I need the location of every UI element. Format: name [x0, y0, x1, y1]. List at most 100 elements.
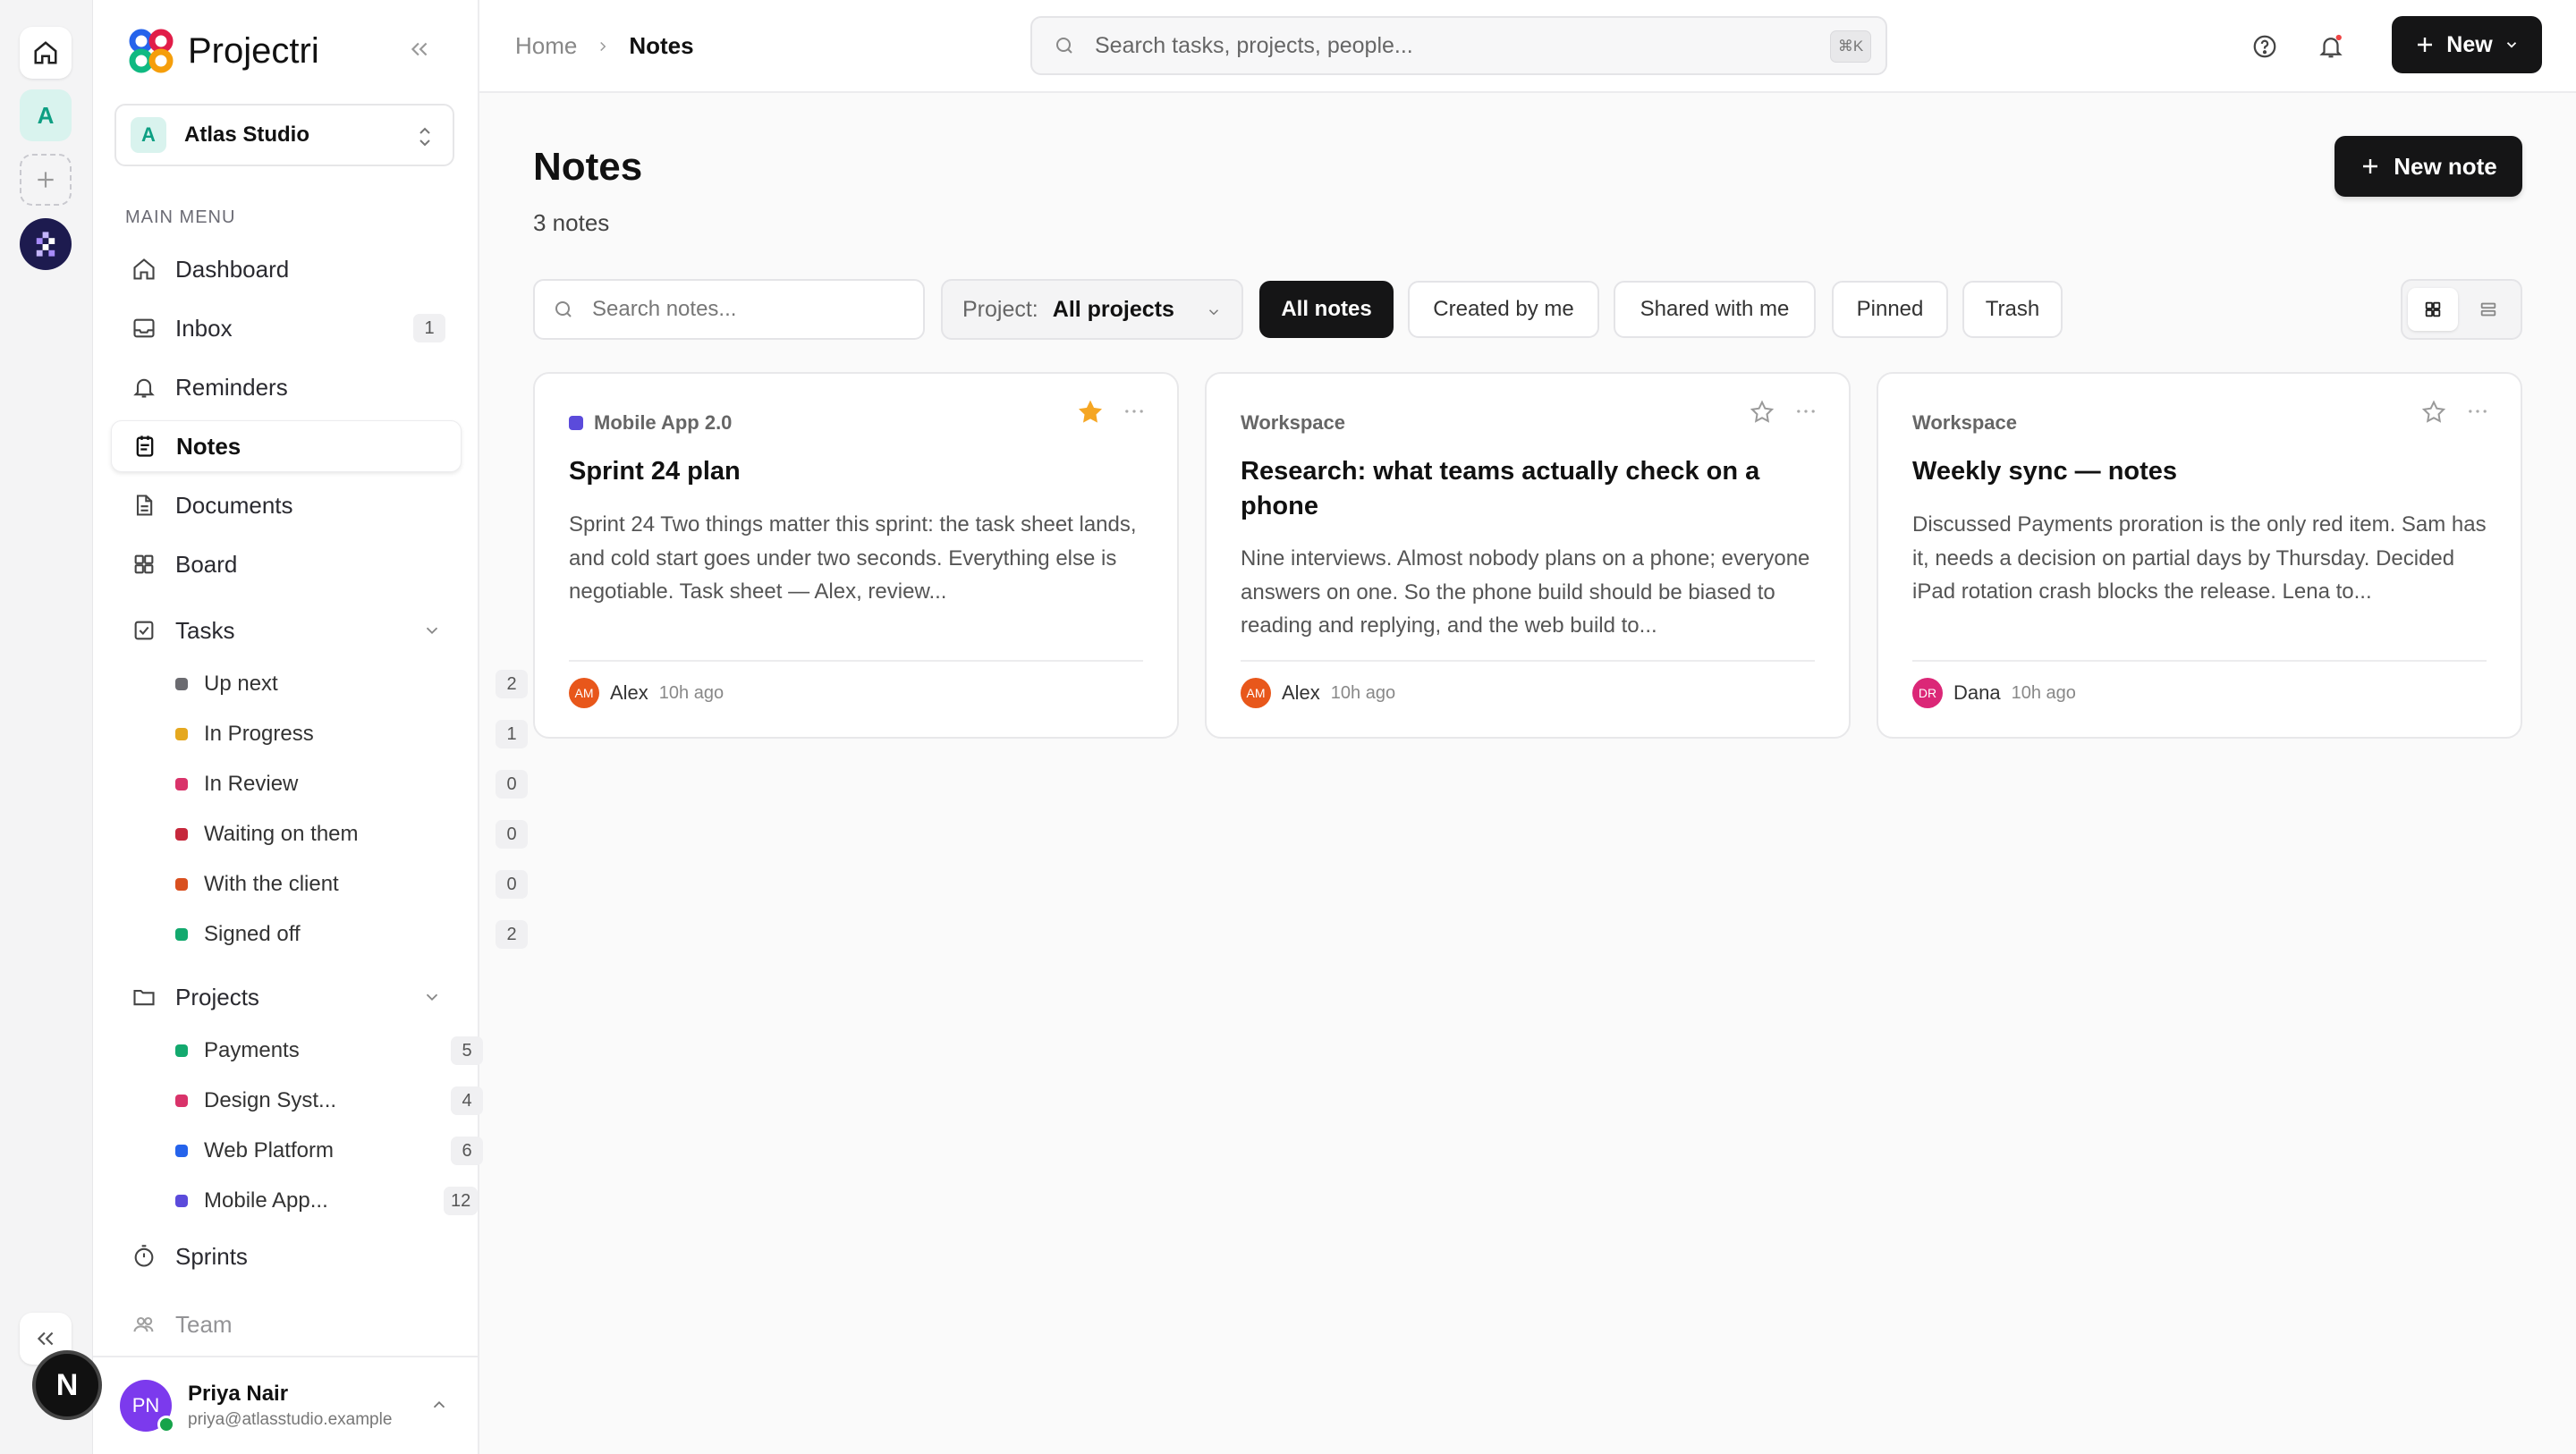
app-logo[interactable]: Projectri — [125, 27, 319, 75]
sidebar-task-with-the-client[interactable]: With the client 0 — [143, 861, 528, 908]
sidebar-project-web-platform[interactable]: Web Platform 6 — [143, 1128, 483, 1174]
rail-add-workspace-button[interactable] — [20, 154, 72, 206]
note-project-name: Workspace — [1241, 411, 1345, 434]
author-avatar: AM — [1241, 678, 1271, 708]
sidebar-project-design-system[interactable]: Design Syst... 4 — [143, 1078, 483, 1124]
search-icon — [555, 301, 572, 317]
star-outline-icon[interactable] — [1749, 399, 1775, 426]
sidebar-item-label: Documents — [175, 491, 293, 519]
sidebar-task-in-review[interactable]: In Review 0 — [143, 761, 528, 807]
sidebar-collapse-button[interactable] — [408, 38, 431, 61]
grid-icon — [2425, 301, 2441, 317]
chevron-down-icon — [1208, 309, 1219, 316]
card-divider — [1912, 660, 2487, 662]
sidebar-item-dashboard[interactable]: Dashboard — [111, 243, 462, 295]
sidebar-task-in-progress[interactable]: In Progress 1 — [143, 711, 528, 757]
sidebar-task-signed-off[interactable]: Signed off 2 — [143, 911, 528, 958]
app-name: Projectri — [188, 30, 319, 71]
chevrons-left-icon — [411, 42, 428, 56]
online-status-dot — [157, 1416, 175, 1433]
sidebar-item-label: Dashboard — [175, 255, 290, 283]
view-toggle — [2401, 279, 2522, 340]
project-filter-select[interactable]: Project: All projects — [941, 279, 1243, 340]
grid-view-button[interactable] — [2408, 288, 2458, 331]
project-label: Mobile App... — [204, 1188, 328, 1213]
project-filter-value: All projects — [1052, 296, 1174, 322]
note-card[interactable]: Mobile App 2.0 Sprint 24 plan Sprint 24 … — [533, 372, 1179, 739]
sidebar-item-board[interactable]: Board — [111, 538, 462, 590]
new-button[interactable]: New — [2392, 16, 2542, 73]
star-outline-icon[interactable] — [2420, 399, 2447, 426]
home-icon — [34, 41, 57, 64]
more-horizontal-icon[interactable] — [1793, 399, 1818, 424]
note-card[interactable]: Workspace Weekly sync — notes Discussed … — [1877, 372, 2522, 739]
sidebar-item-label: Notes — [176, 432, 242, 460]
topbar: Home Notes Search tasks, projects, peopl… — [479, 0, 2576, 93]
new-note-button[interactable]: New note — [2334, 136, 2522, 197]
home-icon — [131, 256, 157, 283]
sidebar-item-notes[interactable]: Notes — [111, 420, 462, 472]
project-count-badge: 4 — [451, 1086, 483, 1115]
list-view-button[interactable] — [2463, 288, 2513, 331]
sidebar-item-team[interactable]: Team — [111, 1298, 462, 1350]
more-horizontal-icon[interactable] — [1122, 399, 1147, 424]
sidebar-item-label: Projects — [175, 983, 259, 1010]
sidebar-item-label: Inbox — [175, 314, 233, 342]
note-preview: Sprint 24 Two things matter this sprint:… — [569, 512, 1137, 604]
user-menu[interactable]: PN Priya Nair priya@atlasstudio.example — [93, 1356, 479, 1454]
breadcrumb-home-link[interactable]: Home — [515, 32, 577, 60]
chevron-down-icon[interactable] — [422, 987, 442, 1007]
more-horizontal-icon[interactable] — [2465, 399, 2490, 424]
team-icon — [131, 1311, 157, 1338]
note-title: Weekly sync — notes — [1912, 457, 2178, 486]
plus-icon — [2363, 159, 2378, 173]
sidebar-item-tasks[interactable]: Tasks — [111, 604, 462, 656]
rail-home-button[interactable] — [20, 27, 72, 79]
workspace-name: Atlas Studio — [184, 123, 310, 147]
sidebar-task-waiting-on-them[interactable]: Waiting on them 0 — [143, 811, 528, 858]
project-dot — [569, 416, 583, 430]
new-note-label: New note — [2394, 152, 2497, 180]
project-filter-label: Project: — [962, 296, 1038, 322]
rail-app-logo-button[interactable] — [20, 218, 72, 270]
sidebar-project-payments[interactable]: Payments 5 — [143, 1027, 483, 1074]
star-filled-icon[interactable] — [1077, 399, 1104, 426]
card-divider — [569, 660, 1143, 662]
checkbox-icon — [131, 617, 157, 644]
bell-icon — [2319, 34, 2343, 58]
chevron-down-icon[interactable] — [422, 621, 442, 640]
workspace-switcher[interactable]: A Atlas Studio — [114, 104, 454, 166]
project-dot — [175, 1095, 188, 1107]
sidebar-item-sprints[interactable]: Sprints — [111, 1230, 462, 1282]
task-status-label: In Review — [204, 772, 299, 796]
notes-search-input[interactable]: Search notes... — [533, 279, 925, 340]
filter-trash[interactable]: Trash — [1962, 281, 2063, 338]
global-search-input[interactable]: Search tasks, projects, people... ⌘K — [1030, 16, 1887, 75]
sidebar-item-label: Team — [175, 1310, 233, 1338]
note-project-name: Workspace — [1912, 411, 2017, 434]
status-dot — [175, 678, 188, 690]
note-project: Mobile App 2.0 — [569, 411, 732, 435]
note-card[interactable]: Workspace Research: what teams actually … — [1205, 372, 1851, 739]
inbox-icon — [131, 315, 157, 342]
help-button[interactable] — [2245, 27, 2284, 66]
sidebar-item-label: Sprints — [175, 1242, 248, 1270]
rail-workspace-button[interactable]: A — [20, 89, 72, 141]
floating-action-button[interactable]: N — [32, 1350, 102, 1420]
sidebar-project-mobile-app[interactable]: Mobile App... 12 — [143, 1178, 479, 1224]
filter-pinned[interactable]: Pinned — [1832, 281, 1948, 338]
sidebar-task-up-next[interactable]: Up next 2 — [143, 661, 528, 707]
filter-created-by-me[interactable]: Created by me — [1408, 281, 1599, 338]
app-rail: A — [0, 0, 93, 1454]
sidebar-item-projects[interactable]: Projects — [111, 971, 462, 1023]
search-icon — [1056, 38, 1072, 54]
filter-shared-with-me[interactable]: Shared with me — [1614, 281, 1816, 338]
plus-icon — [2418, 38, 2433, 52]
filter-all-notes[interactable]: All notes — [1259, 281, 1394, 338]
chevrons-left-icon — [37, 1331, 54, 1346]
sidebar-item-reminders[interactable]: Reminders — [111, 361, 462, 413]
sidebar-item-documents[interactable]: Documents — [111, 479, 462, 531]
sidebar-item-inbox[interactable]: Inbox 1 — [111, 302, 462, 354]
task-status-label: Up next — [204, 672, 278, 696]
notifications-button[interactable] — [2311, 27, 2351, 66]
